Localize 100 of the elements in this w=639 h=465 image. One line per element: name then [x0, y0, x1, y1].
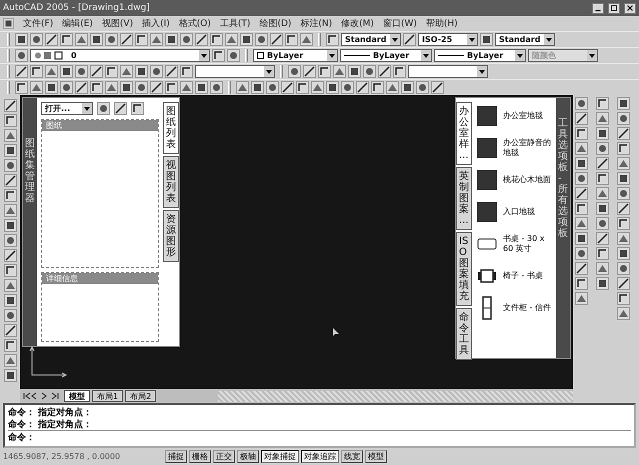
dimension-style-dropdown[interactable]: ISO-25 — [418, 33, 478, 46]
tool-icon[interactable] — [288, 65, 301, 78]
tool-icon[interactable] — [617, 127, 630, 140]
tool-icon[interactable] — [575, 112, 588, 125]
tool-icon[interactable] — [296, 81, 309, 94]
tool-icon[interactable] — [90, 81, 103, 94]
tool-icon[interactable] — [15, 65, 28, 78]
command-prompt[interactable]: 命令： — [8, 430, 631, 442]
status-toggle[interactable]: 极轴 — [237, 450, 259, 463]
tool-icon[interactable] — [281, 81, 294, 94]
tool-icon[interactable] — [596, 127, 609, 140]
status-toggle[interactable]: 对象追踪 — [301, 450, 339, 463]
tool-icon[interactable] — [212, 49, 225, 62]
close-icon[interactable] — [624, 2, 636, 14]
palette-item-label[interactable]: 椅子 - 书桌 — [503, 271, 551, 281]
tool-icon[interactable] — [575, 127, 588, 140]
tool-icon[interactable] — [105, 33, 118, 46]
tool-icon[interactable] — [617, 202, 630, 215]
palette-tab[interactable]: 视图列表 — [163, 156, 179, 208]
menu-item[interactable]: 标注(N) — [300, 17, 332, 30]
palette-tab[interactable]: 命令工具 — [456, 308, 472, 360]
maximize-icon[interactable] — [608, 2, 620, 14]
tool-icon[interactable] — [15, 33, 28, 46]
tool-icon[interactable] — [303, 65, 316, 78]
menu-item[interactable]: 工具(T) — [220, 17, 250, 30]
tool-icon[interactable] — [617, 142, 630, 155]
tool-icon[interactable] — [75, 81, 88, 94]
layout-tab[interactable]: 布局2 — [125, 390, 156, 402]
tool-icon[interactable] — [617, 292, 630, 305]
tool-icon[interactable] — [4, 264, 16, 277]
open-dropdown[interactable]: 打开... — [41, 102, 93, 115]
desk-icon[interactable] — [477, 238, 497, 250]
menu-item[interactable]: 文件(F) — [23, 17, 54, 30]
hatch-swatch-icon[interactable] — [477, 202, 497, 222]
menu-item[interactable]: 绘图(D) — [259, 17, 292, 30]
tool-icon[interactable] — [617, 217, 630, 230]
tool-icon[interactable] — [180, 65, 193, 78]
menu-item[interactable]: 视图(V) — [102, 17, 134, 30]
view-dropdown[interactable] — [195, 65, 275, 78]
tool-icon[interactable] — [341, 81, 354, 94]
tool-icon[interactable] — [596, 217, 609, 230]
tool-icon[interactable] — [120, 33, 133, 46]
tool-icon[interactable] — [4, 174, 16, 187]
layer-dropdown[interactable]: 0 — [30, 49, 210, 62]
tool-icon[interactable] — [393, 65, 406, 78]
tool-icon[interactable] — [4, 339, 16, 352]
tool-icon[interactable] — [266, 81, 279, 94]
tool-icon[interactable] — [4, 249, 16, 262]
status-toggle[interactable]: 对象捕捉 — [261, 450, 299, 463]
tool-icon[interactable] — [326, 33, 339, 46]
palette-tab[interactable]: 图纸列表 — [163, 102, 179, 154]
tool-icon[interactable] — [45, 81, 58, 94]
tool-icon[interactable] — [575, 157, 588, 170]
tool-icon[interactable] — [4, 144, 16, 157]
tool-icon[interactable] — [165, 65, 178, 78]
tool-icon[interactable] — [4, 189, 16, 202]
tool-icon[interactable] — [4, 99, 16, 112]
menu-item[interactable]: 帮助(H) — [426, 17, 458, 30]
tool-icon[interactable] — [60, 81, 73, 94]
tool-icon[interactable] — [165, 33, 178, 46]
tool-icon[interactable] — [15, 81, 28, 94]
tool-icon[interactable] — [318, 65, 331, 78]
tool-icon[interactable] — [617, 277, 630, 290]
tool-icon[interactable] — [348, 65, 361, 78]
tool-icon[interactable] — [575, 262, 588, 275]
property-dropdown[interactable]: ByLayer — [434, 49, 526, 62]
tool-icon[interactable] — [210, 81, 223, 94]
named-view-dropdown[interactable] — [408, 65, 488, 78]
tool-icon[interactable] — [210, 33, 223, 46]
tool-icon[interactable] — [4, 294, 16, 307]
tool-icon[interactable] — [617, 97, 630, 110]
menu-item[interactable]: 编辑(E) — [62, 17, 93, 30]
tool-icon[interactable] — [105, 65, 118, 78]
tool-icon[interactable] — [30, 65, 43, 78]
tool-icon[interactable] — [575, 232, 588, 245]
horizontal-scrollbar[interactable] — [218, 390, 573, 402]
palette-tab[interactable]: ISO 图案填充 — [456, 232, 472, 306]
tool-icon[interactable] — [114, 102, 127, 115]
menu-item[interactable]: 插入(I) — [142, 17, 170, 30]
tool-icon[interactable] — [596, 247, 609, 260]
menu-item[interactable]: 修改(M) — [341, 17, 374, 30]
tool-icon[interactable] — [575, 277, 588, 290]
palette-tab[interactable]: 英制图案... — [456, 167, 472, 230]
tool-icon[interactable] — [60, 33, 73, 46]
tool-icon[interactable] — [4, 159, 16, 172]
tool-icon[interactable] — [135, 81, 148, 94]
drawing-area[interactable]: 图纸集管理器 打开... 图纸 详细信息 图纸列表 视图列表 资源图形 办公室样... 英制图案... ISO 图案填充 命令工具 办公室地毯 办公室静音的地毯 桃花心木地面 入口地毯 书桌 - 30 x 60 英寸 椅子 - 书桌 文件柜 - 信件 工具选项板 - 所有选项板 — [20, 95, 573, 389]
tool-icon[interactable] — [195, 33, 208, 46]
tool-icon[interactable] — [150, 81, 163, 94]
tool-icon[interactable] — [596, 277, 609, 290]
property-dropdown[interactable]: ByLayer — [253, 49, 338, 62]
tool-icon[interactable] — [97, 102, 110, 115]
tool-icon[interactable] — [596, 97, 609, 110]
tool-icon[interactable] — [596, 202, 609, 215]
tool-icon[interactable] — [431, 81, 444, 94]
tool-icon[interactable] — [255, 33, 268, 46]
tool-icon[interactable] — [227, 49, 240, 62]
tool-icon[interactable] — [285, 33, 298, 46]
chair-icon[interactable] — [477, 267, 497, 285]
menu-item[interactable]: 窗口(W) — [382, 17, 417, 30]
